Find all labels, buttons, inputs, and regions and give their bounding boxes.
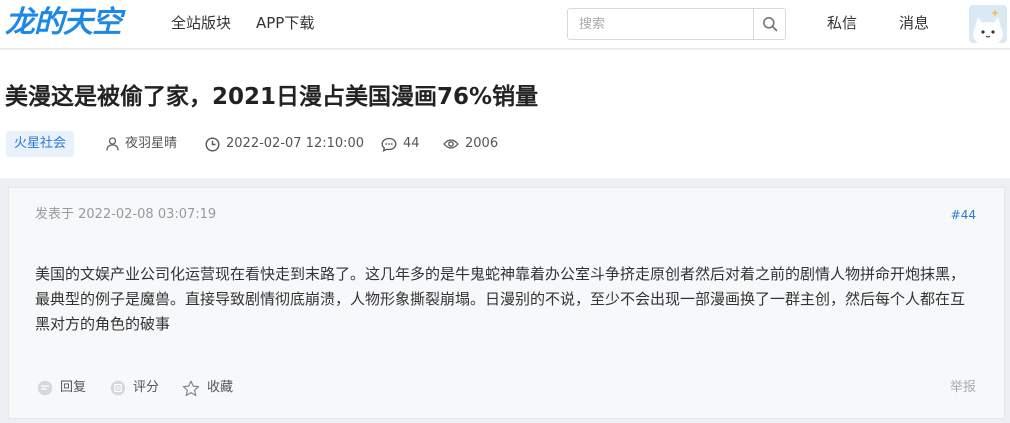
category-badge[interactable]: 火星社会 bbox=[6, 131, 75, 157]
notifications-link[interactable]: 消息 bbox=[899, 12, 929, 34]
top-navbar: 龙的天空 全站版块 APP下载 私信 消息 bbox=[0, 0, 1010, 49]
favorite-label: 收藏 bbox=[207, 380, 234, 395]
eye-icon bbox=[443, 139, 459, 149]
private-messages-link[interactable]: 私信 bbox=[827, 12, 857, 34]
search-button[interactable] bbox=[753, 9, 785, 39]
avatar-cat-icon bbox=[969, 5, 1007, 43]
rate-icon bbox=[110, 380, 126, 396]
star-icon bbox=[182, 380, 200, 396]
thread-created-time: 2022-02-07 12:10:00 bbox=[205, 135, 364, 153]
reply-icon bbox=[37, 380, 53, 396]
author-name: 夜羽星晴 bbox=[125, 136, 178, 151]
post-card: 发表于 2022-02-08 03:07:19 #44 美国的文娱产业公司化运营… bbox=[8, 187, 1005, 419]
clock-icon bbox=[205, 136, 220, 152]
search-box bbox=[567, 8, 786, 40]
user-avatar[interactable] bbox=[969, 5, 1007, 43]
thread-author[interactable]: 夜羽星晴 bbox=[106, 135, 177, 153]
favorite-button[interactable]: 收藏 bbox=[182, 379, 233, 397]
thread-reply-count: 44 bbox=[381, 135, 420, 153]
floor-number-link[interactable]: #44 bbox=[951, 207, 976, 223]
reply-count-text: 44 bbox=[403, 136, 420, 151]
post-content: 美国的文娱产业公司化运营现在看快走到末路了。这几年多的是牛鬼蛇神靠着办公室斗争挤… bbox=[35, 265, 966, 333]
search-input[interactable] bbox=[568, 9, 753, 39]
rate-button[interactable]: 评分 bbox=[110, 379, 159, 397]
reply-label: 回复 bbox=[60, 380, 87, 395]
reply-button[interactable]: 回复 bbox=[37, 379, 86, 397]
site-logo[interactable]: 龙的天空 bbox=[5, 5, 122, 41]
user-icon bbox=[106, 137, 119, 151]
thread-header: 美漫这是被偷了家，2021日漫占美国漫画76%销量 火星社会 夜羽星晴 2022… bbox=[0, 50, 1010, 178]
view-count-text: 2006 bbox=[465, 136, 499, 151]
rate-label: 评分 bbox=[133, 380, 160, 395]
report-link[interactable]: 举报 bbox=[950, 379, 976, 397]
created-time-text: 2022-02-07 12:10:00 bbox=[226, 136, 365, 151]
search-icon bbox=[762, 17, 777, 32]
comment-icon bbox=[381, 137, 397, 152]
post-time: 发表于 2022-02-08 03:07:19 bbox=[35, 207, 217, 222]
nav-all-boards[interactable]: 全站版块 bbox=[171, 12, 231, 34]
thread-view-count: 2006 bbox=[443, 135, 498, 153]
nav-app-download[interactable]: APP下载 bbox=[256, 12, 314, 34]
thread-title: 美漫这是被偷了家，2021日漫占美国漫画76%销量 bbox=[5, 84, 539, 110]
